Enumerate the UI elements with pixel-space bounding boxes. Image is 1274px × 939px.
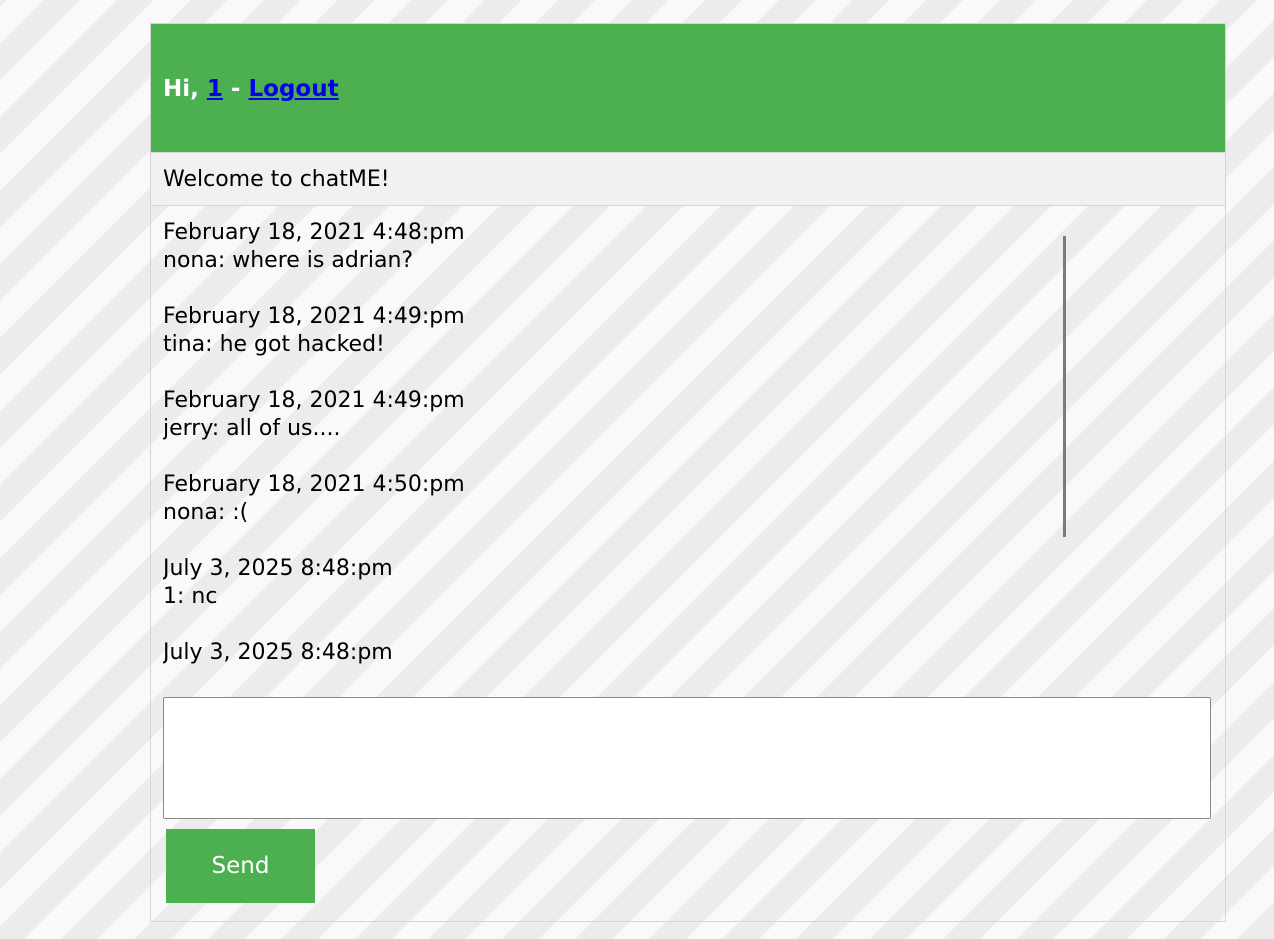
message-item: February 18, 2021 4:48:pm nona: where is… bbox=[163, 219, 1213, 275]
message-item: July 3, 2025 8:48:pm bbox=[163, 639, 1213, 667]
logout-link[interactable]: Logout bbox=[248, 76, 338, 102]
chat-panel: Hi, 1 - Logout Welcome to chatME! Februa… bbox=[150, 23, 1226, 922]
welcome-message: Welcome to chatME! bbox=[163, 167, 390, 192]
username-link[interactable]: 1 bbox=[207, 76, 223, 102]
greeting-separator: - bbox=[230, 76, 241, 102]
message-item: February 18, 2021 4:50:pm nona: :( bbox=[163, 471, 1213, 527]
message-item: February 18, 2021 4:49:pm tina: he got h… bbox=[163, 303, 1213, 359]
greeting-prefix: Hi, bbox=[163, 76, 199, 102]
message-timestamp: February 18, 2021 4:50:pm bbox=[163, 472, 465, 497]
message-item: February 18, 2021 4:49:pm jerry: all of … bbox=[163, 387, 1213, 443]
message-text: nona: :( bbox=[163, 500, 249, 525]
message-timestamp: February 18, 2021 4:48:pm bbox=[163, 220, 465, 245]
message-list[interactable]: February 18, 2021 4:48:pm nona: where is… bbox=[163, 219, 1213, 685]
message-text: jerry: all of us.... bbox=[163, 416, 341, 441]
message-input[interactable] bbox=[163, 697, 1211, 819]
send-button[interactable]: Send bbox=[166, 829, 315, 903]
message-text: 1: nc bbox=[163, 584, 218, 609]
greeting: Hi, 1 - Logout bbox=[163, 75, 339, 103]
message-text: tina: he got hacked! bbox=[163, 332, 385, 357]
message-timestamp: July 3, 2025 8:48:pm bbox=[163, 640, 393, 665]
message-timestamp: February 18, 2021 4:49:pm bbox=[163, 388, 465, 413]
message-timestamp: July 3, 2025 8:48:pm bbox=[163, 556, 393, 581]
message-text: nona: where is adrian? bbox=[163, 248, 414, 273]
welcome-bar: Welcome to chatME! bbox=[151, 153, 1225, 206]
message-scrollbar[interactable] bbox=[1063, 236, 1066, 537]
message-item: July 3, 2025 8:48:pm 1: nc bbox=[163, 555, 1213, 611]
message-timestamp: February 18, 2021 4:49:pm bbox=[163, 304, 465, 329]
header-bar: Hi, 1 - Logout bbox=[151, 24, 1225, 153]
